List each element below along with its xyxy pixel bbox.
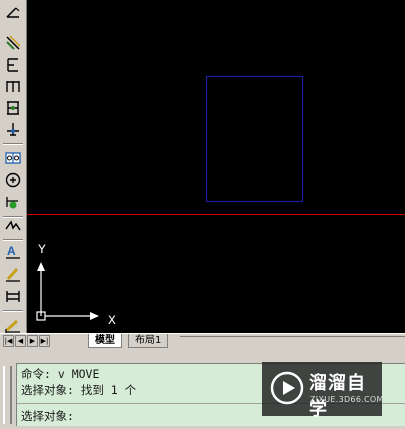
dimension-text-edit-icon[interactable] [2, 264, 24, 284]
prev-tab-button[interactable]: ◀ [15, 335, 26, 347]
ucs-y-label: Y [38, 242, 46, 257]
text-style-icon[interactable]: A [2, 242, 24, 262]
ucs-icon [36, 262, 99, 321]
svg-text:A: A [7, 244, 16, 258]
drawn-rectangle[interactable] [205, 75, 304, 203]
dimension-edit-icon[interactable] [2, 192, 24, 212]
command-prompt: 选择对象: [21, 409, 74, 423]
dimension-update-icon[interactable] [2, 286, 24, 306]
tolerance-icon[interactable] [2, 148, 24, 168]
ucs-x-label: X [108, 313, 116, 328]
command-window-grip[interactable] [3, 366, 12, 424]
jogged-dimension-icon[interactable] [2, 216, 24, 236]
linear-dimension-icon[interactable] [2, 76, 24, 96]
watermark: 溜溜自学 ZIXUE.3D66.COM [262, 362, 384, 420]
command-history-line: 命令: v MOVE [21, 367, 100, 381]
last-tab-button[interactable]: ▶| [39, 335, 50, 347]
watermark-url: ZIXUE.3D66.COM [310, 395, 384, 404]
layout-tab-bar: |◀ ◀ ▶ ▶| 模型 布局1 [0, 333, 405, 349]
center-mark-icon[interactable] [2, 170, 24, 190]
play-logo-icon [270, 371, 304, 405]
drawing-canvas[interactable]: Y X [27, 0, 405, 333]
aligned-dimension-icon[interactable] [2, 33, 24, 53]
ordinate-dimension-icon[interactable] [2, 55, 24, 75]
tab-layout1[interactable]: 布局1 [128, 334, 169, 348]
dimension-toolbar: A [0, 0, 27, 345]
first-tab-button[interactable]: |◀ [3, 335, 14, 347]
baseline-dimension-icon[interactable] [2, 98, 24, 118]
command-history-line: 选择对象: 找到 1 个 [21, 383, 137, 397]
tab-model[interactable]: 模型 [88, 334, 122, 348]
canvas-graphics: Y X [27, 75, 405, 328]
continue-dimension-icon[interactable] [2, 120, 24, 140]
next-tab-button[interactable]: ▶ [27, 335, 38, 347]
dimension-tool-icon[interactable] [2, 2, 24, 22]
tab-bar-divider [180, 336, 405, 349]
